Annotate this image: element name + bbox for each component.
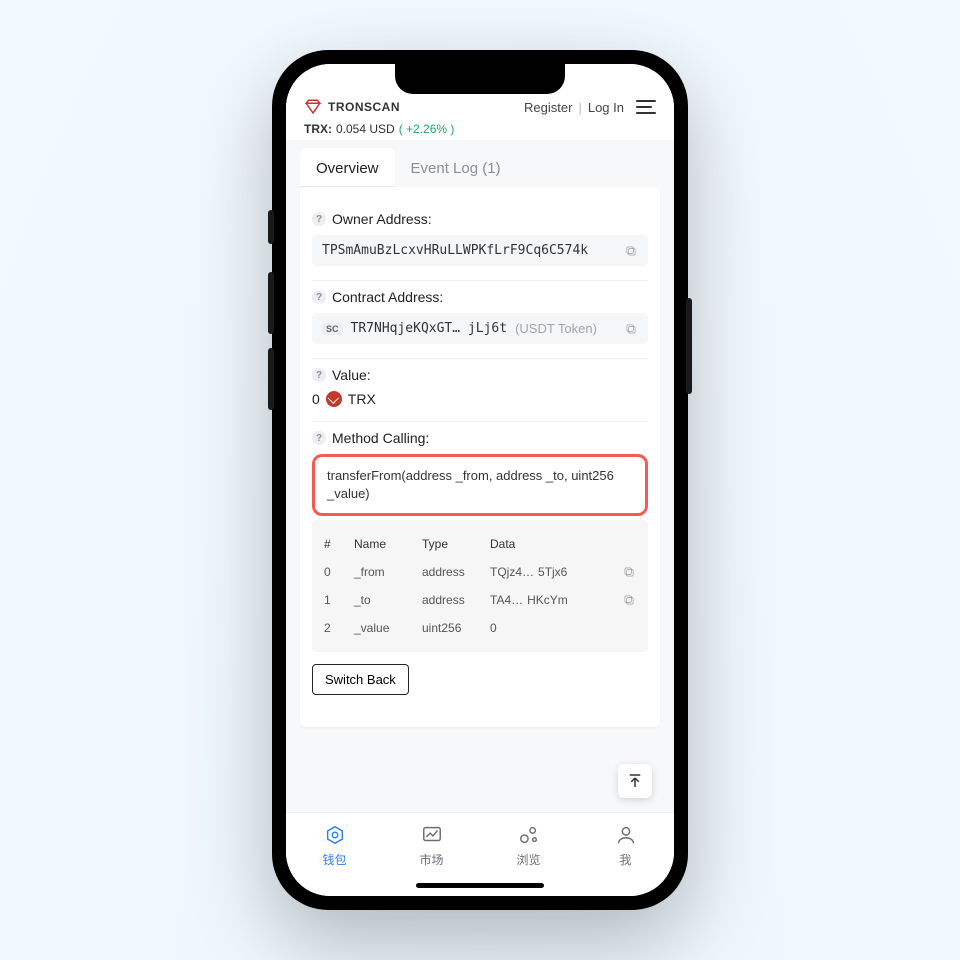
switch-back-button[interactable]: Switch Back (312, 664, 409, 695)
phone-screen: TRONSCAN Register | Log In TRX: 0.054 US… (286, 64, 674, 896)
nav-me[interactable]: 我 (596, 823, 656, 868)
contract-block: ? Contract Address: SC TR7NHqjeKQxGT… jL… (312, 281, 648, 359)
nav-browse[interactable]: 浏览 (499, 823, 559, 868)
method-label: Method Calling: (332, 430, 429, 446)
contract-token-name: (USDT Token) (515, 321, 597, 336)
sc-badge: SC (322, 323, 343, 335)
col-num: # (324, 537, 348, 551)
owner-address-chip[interactable]: TPSmAmuBzLcxvHRuLLWPKfLrF9Cq6C574k (312, 235, 648, 266)
help-icon[interactable]: ? (312, 431, 326, 445)
tab-event-log[interactable]: Event Log (1) (395, 148, 517, 187)
wallet-icon (323, 823, 347, 847)
help-icon[interactable]: ? (312, 212, 326, 226)
nav-label: 钱包 (322, 851, 346, 868)
col-type: Type (422, 537, 484, 551)
help-icon[interactable]: ? (312, 290, 326, 304)
param-data: 0 (490, 621, 636, 635)
param-type: uint256 (422, 621, 484, 635)
param-name: _value (354, 621, 416, 635)
param-data[interactable]: TQjz4… 5Tjx6 (490, 565, 636, 579)
login-link[interactable]: Log In (588, 100, 624, 115)
ticker-symbol: TRX: (304, 122, 332, 136)
content-area: Overview Event Log (1) ? Owner Address: … (286, 140, 674, 812)
value-amount: 0 (312, 391, 320, 407)
top-auth-cluster: Register | Log In (524, 100, 656, 115)
contract-address-chip[interactable]: SC TR7NHqjeKQxGT… jLj6t (USDT Token) (312, 313, 648, 344)
ticker-row: TRX: 0.054 USD ( +2.26% ) (304, 122, 656, 136)
contract-address: TR7NHqjeKQxGT… jLj6t (351, 321, 508, 336)
details-card: ? Owner Address: TPSmAmuBzLcxvHRuLLWPKfL… (300, 187, 660, 727)
browse-icon (517, 823, 541, 847)
person-icon (614, 823, 638, 847)
contract-label: Contract Address: (332, 289, 443, 305)
method-block: ? Method Calling: transferFrom(address _… (312, 422, 648, 709)
tronscan-logo-icon (304, 98, 322, 116)
params-header-row: # Name Type Data (316, 530, 644, 558)
brand[interactable]: TRONSCAN (304, 98, 400, 116)
owner-address: TPSmAmuBzLcxvHRuLLWPKfLrF9Cq6C574k (322, 243, 588, 258)
value-unit: TRX (348, 391, 376, 407)
param-row: 0 _from address TQjz4… 5Tjx6 (316, 558, 644, 586)
scroll-to-top-button[interactable] (618, 764, 652, 798)
tab-strip: Overview Event Log (1) (300, 148, 660, 187)
params-table: # Name Type Data 0 _from address TQjz4… (312, 520, 648, 652)
brand-name: TRONSCAN (328, 100, 400, 114)
value-label: Value: (332, 367, 371, 383)
nav-market[interactable]: 市场 (402, 823, 462, 868)
market-icon (420, 823, 444, 847)
ticker-change: ( +2.26% ) (399, 122, 455, 136)
value-block: ? Value: 0 TRX (312, 359, 648, 422)
phone-notch (395, 64, 565, 94)
param-idx: 2 (324, 621, 348, 635)
nav-label: 浏览 (516, 851, 540, 868)
ticker-price: 0.054 USD (336, 122, 395, 136)
method-signature-highlight: transferFrom(address _from, address _to,… (312, 454, 648, 516)
register-link[interactable]: Register (524, 100, 572, 115)
menu-icon[interactable] (636, 100, 656, 114)
owner-block: ? Owner Address: TPSmAmuBzLcxvHRuLLWPKfL… (312, 203, 648, 281)
param-data[interactable]: TA4… HKcYm (490, 593, 636, 607)
param-name: _from (354, 565, 416, 579)
home-indicator (416, 883, 544, 888)
tab-overview[interactable]: Overview (300, 148, 395, 187)
help-icon[interactable]: ? (312, 368, 326, 382)
nav-wallet[interactable]: 钱包 (305, 823, 365, 868)
param-idx: 0 (324, 565, 348, 579)
param-idx: 1 (324, 593, 348, 607)
param-name: _to (354, 593, 416, 607)
copy-icon[interactable] (624, 244, 638, 258)
trx-coin-icon (326, 391, 342, 407)
nav-label: 市场 (419, 851, 443, 868)
param-type: address (422, 593, 484, 607)
vertical-divider: | (578, 100, 581, 115)
param-row: 1 _to address TA4… HKcYm (316, 586, 644, 614)
col-data: Data (490, 537, 636, 551)
owner-label: Owner Address: (332, 211, 432, 227)
phone-frame: TRONSCAN Register | Log In TRX: 0.054 US… (272, 50, 688, 910)
copy-icon[interactable] (622, 565, 636, 579)
col-name: Name (354, 537, 416, 551)
copy-icon[interactable] (622, 593, 636, 607)
copy-icon[interactable] (624, 322, 638, 336)
nav-label: 我 (619, 851, 631, 868)
param-type: address (422, 565, 484, 579)
param-row: 2 _value uint256 0 (316, 614, 644, 642)
